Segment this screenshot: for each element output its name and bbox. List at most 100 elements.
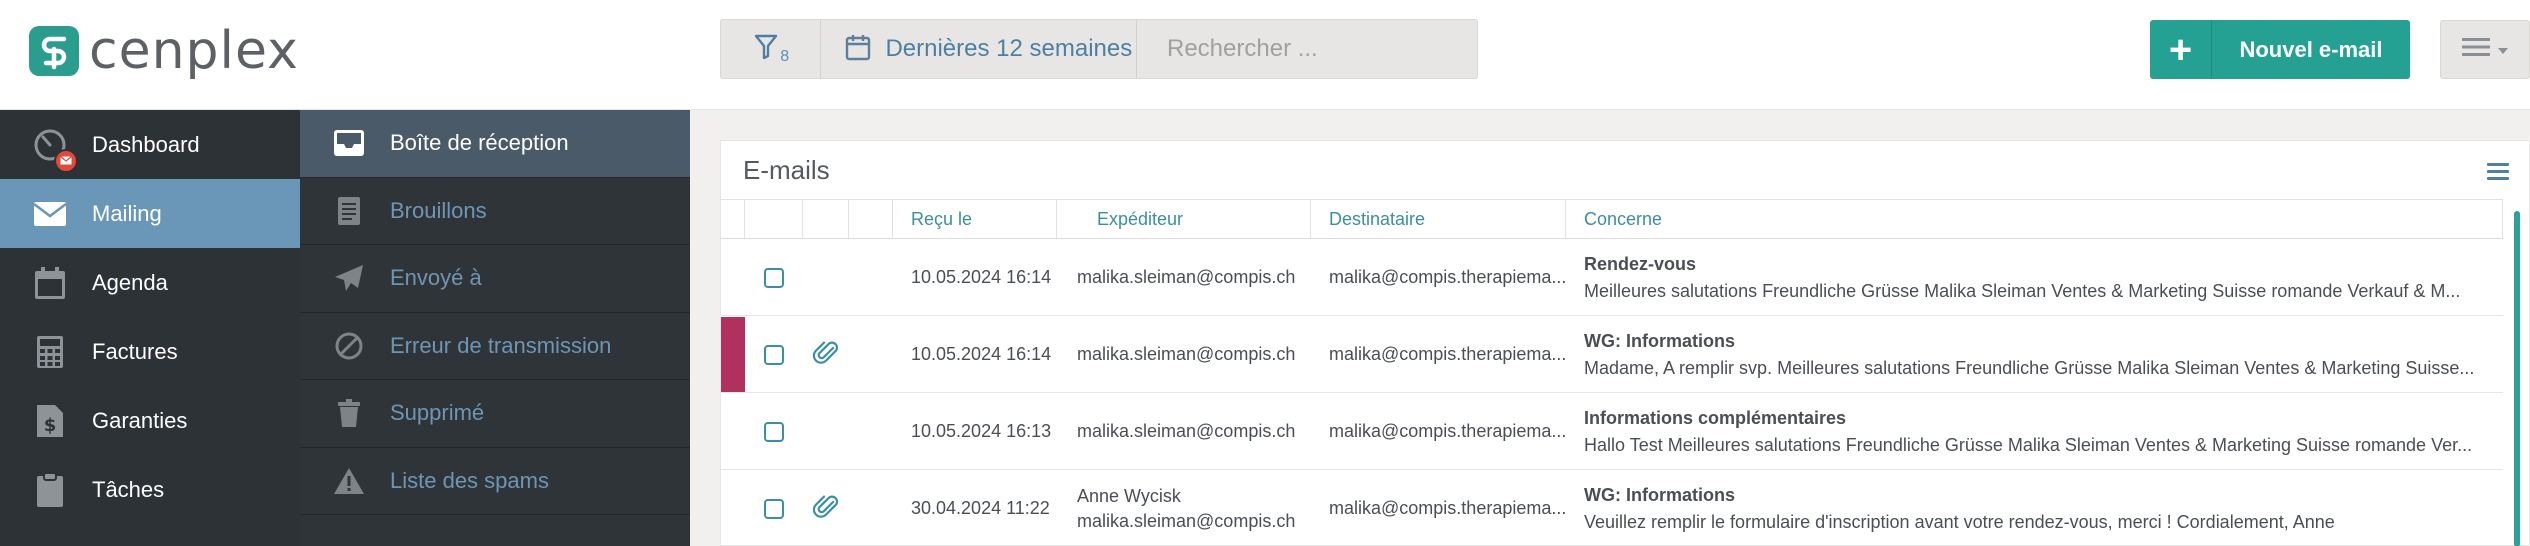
preview: Madame, A remplir svp. Meilleures saluta… — [1584, 357, 2475, 378]
recipient: malika@compis.therapiema... — [1329, 267, 1566, 287]
sidebar-item-mailing[interactable]: Mailing — [0, 179, 300, 248]
col-received[interactable]: Reçu le — [893, 200, 1057, 238]
calculator-icon — [32, 334, 68, 370]
folder-deleted[interactable]: Supprimé — [300, 380, 690, 448]
preview: Hallo Test Meilleures salutations Freund… — [1584, 434, 2473, 455]
attachment-slot — [803, 394, 849, 469]
ban-icon — [332, 329, 366, 363]
new-email-button[interactable]: + Nouvel e-mail — [2150, 20, 2410, 79]
col-attachment — [803, 200, 849, 238]
attachment-slot — [803, 317, 849, 392]
inbox-icon — [332, 126, 366, 160]
table-row[interactable]: 30.04.2024 11:22 Anne Wycisk malika.slei… — [721, 471, 2503, 546]
folder-transmission-error[interactable]: Erreur de transmission — [300, 313, 690, 380]
envelope-icon — [32, 196, 68, 232]
scrollbar[interactable] — [2511, 201, 2523, 546]
flag-marker — [721, 394, 745, 469]
scrollbar-thumb[interactable] — [2514, 211, 2520, 546]
received-date: 10.05.2024 16:14 — [911, 344, 1052, 364]
warning-icon — [332, 464, 366, 498]
sidebar-item-label: Mailing — [92, 200, 162, 226]
folder-sent[interactable]: Envoyé à — [300, 245, 690, 313]
subject-cell: WG: Informations Veuillez remplir le for… — [1566, 471, 2503, 546]
sender-name: Anne Wycisk — [1077, 485, 1181, 506]
trash-icon — [332, 396, 366, 430]
folder-label: Envoyé à — [390, 265, 482, 291]
main-sidebar: Dashboard Mailing Agenda Factures $ Gara… — [0, 110, 300, 546]
recipient: malika@compis.therapiema... — [1329, 344, 1566, 364]
date-range-button[interactable]: Dernières 12 semaines — [821, 20, 1137, 78]
subject: Informations complémentaires — [1584, 407, 1847, 428]
logo-text: cenplex — [89, 21, 299, 81]
sender: malika.sleiman@compis.ch — [1077, 344, 1296, 364]
subject: WG: Informations — [1584, 484, 1735, 505]
sidebar-item-label: Factures — [92, 338, 178, 364]
paper-plane-icon — [332, 261, 366, 295]
row-checkbox[interactable] — [764, 498, 784, 519]
filter-bar: 8 Dernières 12 semaines — [720, 19, 1478, 79]
row-checkbox[interactable] — [764, 421, 784, 442]
sender: malika.sleiman@compis.ch — [1077, 510, 1296, 531]
table-row[interactable]: 10.05.2024 16:13 malika.sleiman@compis.c… — [721, 394, 2503, 470]
paperclip-icon — [812, 339, 839, 370]
flag-marker — [721, 471, 745, 546]
sidebar-item-agenda[interactable]: Agenda — [0, 248, 300, 317]
main-menu-button[interactable] — [2440, 20, 2530, 79]
funnel-icon — [754, 34, 778, 65]
sidebar-item-factures[interactable]: Factures — [0, 317, 300, 386]
svg-text:$: $ — [44, 415, 57, 436]
list-menu-icon[interactable] — [2487, 163, 2509, 181]
sidebar-item-dashboard[interactable]: Dashboard — [0, 110, 300, 179]
folder-drafts[interactable]: Brouillons — [300, 178, 690, 245]
col-extra — [849, 200, 893, 238]
table-row[interactable]: 10.05.2024 16:14 malika.sleiman@compis.c… — [721, 317, 2503, 393]
row-checkbox[interactable] — [764, 267, 784, 288]
col-sender[interactable]: Expéditeur — [1057, 200, 1311, 238]
col-select — [745, 200, 803, 238]
attachment-slot — [803, 471, 849, 546]
folder-label: Boîte de réception — [390, 130, 569, 156]
calendar-icon — [845, 33, 871, 66]
mail-badge-icon — [54, 148, 78, 173]
col-recipient[interactable]: Destinataire — [1311, 200, 1566, 238]
recipient: malika@compis.therapiema... — [1329, 421, 1566, 441]
top-bar: cenplex 8 Dernières 12 semaines + Nouvel… — [0, 0, 2530, 110]
received-date: 10.05.2024 16:13 — [911, 421, 1052, 441]
col-subject[interactable]: Concerne — [1566, 200, 2503, 238]
paperclip-icon — [812, 493, 839, 524]
sender: malika.sleiman@compis.ch — [1077, 267, 1296, 287]
sidebar-item-label: Tâches — [92, 476, 165, 502]
sidebar-item-garanties[interactable]: $ Garanties — [0, 386, 300, 455]
caret-down-icon — [2498, 41, 2508, 59]
subject: WG: Informations — [1584, 330, 1735, 351]
row-checkbox[interactable] — [764, 344, 784, 365]
table-row[interactable]: 10.05.2024 16:14 malika.sleiman@compis.c… — [721, 240, 2503, 316]
preview: Meilleures salutations Freundliche Grüss… — [1584, 280, 2461, 301]
table-header: Reçu le Expéditeur Destinataire Concerne — [721, 199, 2503, 239]
sidebar-item-label: Agenda — [92, 269, 168, 295]
panel-title: E-mails — [743, 155, 830, 185]
logo-mark-icon — [29, 26, 79, 76]
new-email-label: Nouvel e-mail — [2239, 36, 2383, 62]
col-flag — [721, 200, 745, 238]
draft-icon — [332, 194, 366, 228]
clipboard-icon — [32, 471, 68, 508]
sender-cell: Anne Wycisk malika.sleiman@compis.ch — [1057, 471, 1311, 546]
folder-label: Supprimé — [390, 400, 485, 426]
dollar-file-icon: $ — [32, 403, 68, 439]
recipient: malika@compis.therapiema... — [1329, 498, 1566, 518]
sidebar-item-taches[interactable]: Tâches — [0, 455, 300, 524]
folder-label: Liste des spams — [390, 467, 549, 493]
hamburger-icon — [2462, 37, 2490, 62]
logo[interactable]: cenplex — [29, 24, 299, 78]
folder-spam[interactable]: Liste des spams — [300, 448, 690, 515]
filter-button[interactable]: 8 — [721, 20, 822, 78]
plus-icon: + — [2150, 20, 2212, 79]
attachment-slot — [803, 240, 849, 315]
dashboard-icon — [32, 127, 78, 173]
folder-label: Erreur de transmission — [390, 332, 612, 358]
search-input[interactable] — [1137, 20, 1477, 78]
folder-inbox[interactable]: Boîte de réception — [300, 110, 690, 178]
subject-cell: Informations complémentaires Hallo Test … — [1566, 394, 2503, 469]
subject-cell: WG: Informations Madame, A remplir svp. … — [1566, 317, 2503, 392]
